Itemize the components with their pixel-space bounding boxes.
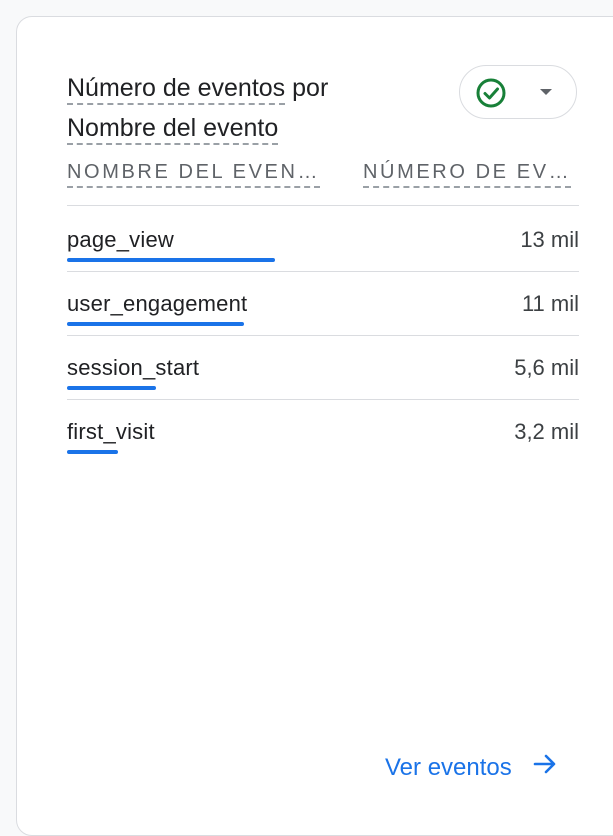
table-row[interactable]: user_engagement 11 mil [67, 271, 579, 336]
event-count: 13 mil [520, 227, 579, 252]
view-events-label: Ver eventos [385, 753, 512, 781]
event-name: page_view [67, 227, 174, 252]
table-row[interactable]: session_start 5,6 mil [67, 335, 579, 400]
column-header-event-count[interactable]: NÚMERO DE EV… [363, 158, 572, 188]
column-header-event-name[interactable]: NOMBRE DEL EVEN… [67, 158, 321, 188]
event-count-bar [67, 322, 244, 326]
table-row[interactable]: first_visit 3,2 mil [67, 399, 579, 463]
event-count: 11 mil [521, 291, 579, 316]
header-divider [67, 205, 579, 206]
event-name: user_engagement [67, 291, 248, 316]
event-count-bar [67, 386, 156, 390]
arrow-forward-icon [512, 751, 558, 784]
event-count-bar [67, 450, 118, 454]
metric-label[interactable]: Número de eventos [67, 74, 286, 105]
event-name: first_visit [67, 419, 155, 444]
event-count-bar [67, 258, 275, 262]
check-circle-icon [476, 78, 506, 113]
card-title: Número de eventos por Nombre del evento [67, 68, 407, 148]
title-connector: por [285, 74, 329, 102]
event-count: 5,6 mil [514, 355, 579, 380]
event-name: session_start [67, 355, 200, 380]
dimension-label[interactable]: Nombre del evento [67, 114, 279, 145]
arrow-drop-down-icon [538, 84, 554, 105]
status-dropdown[interactable] [459, 65, 577, 119]
event-count: 3,2 mil [514, 419, 579, 444]
table-row[interactable]: page_view 13 mil [67, 207, 579, 272]
view-events-link[interactable]: Ver eventos [385, 751, 558, 784]
